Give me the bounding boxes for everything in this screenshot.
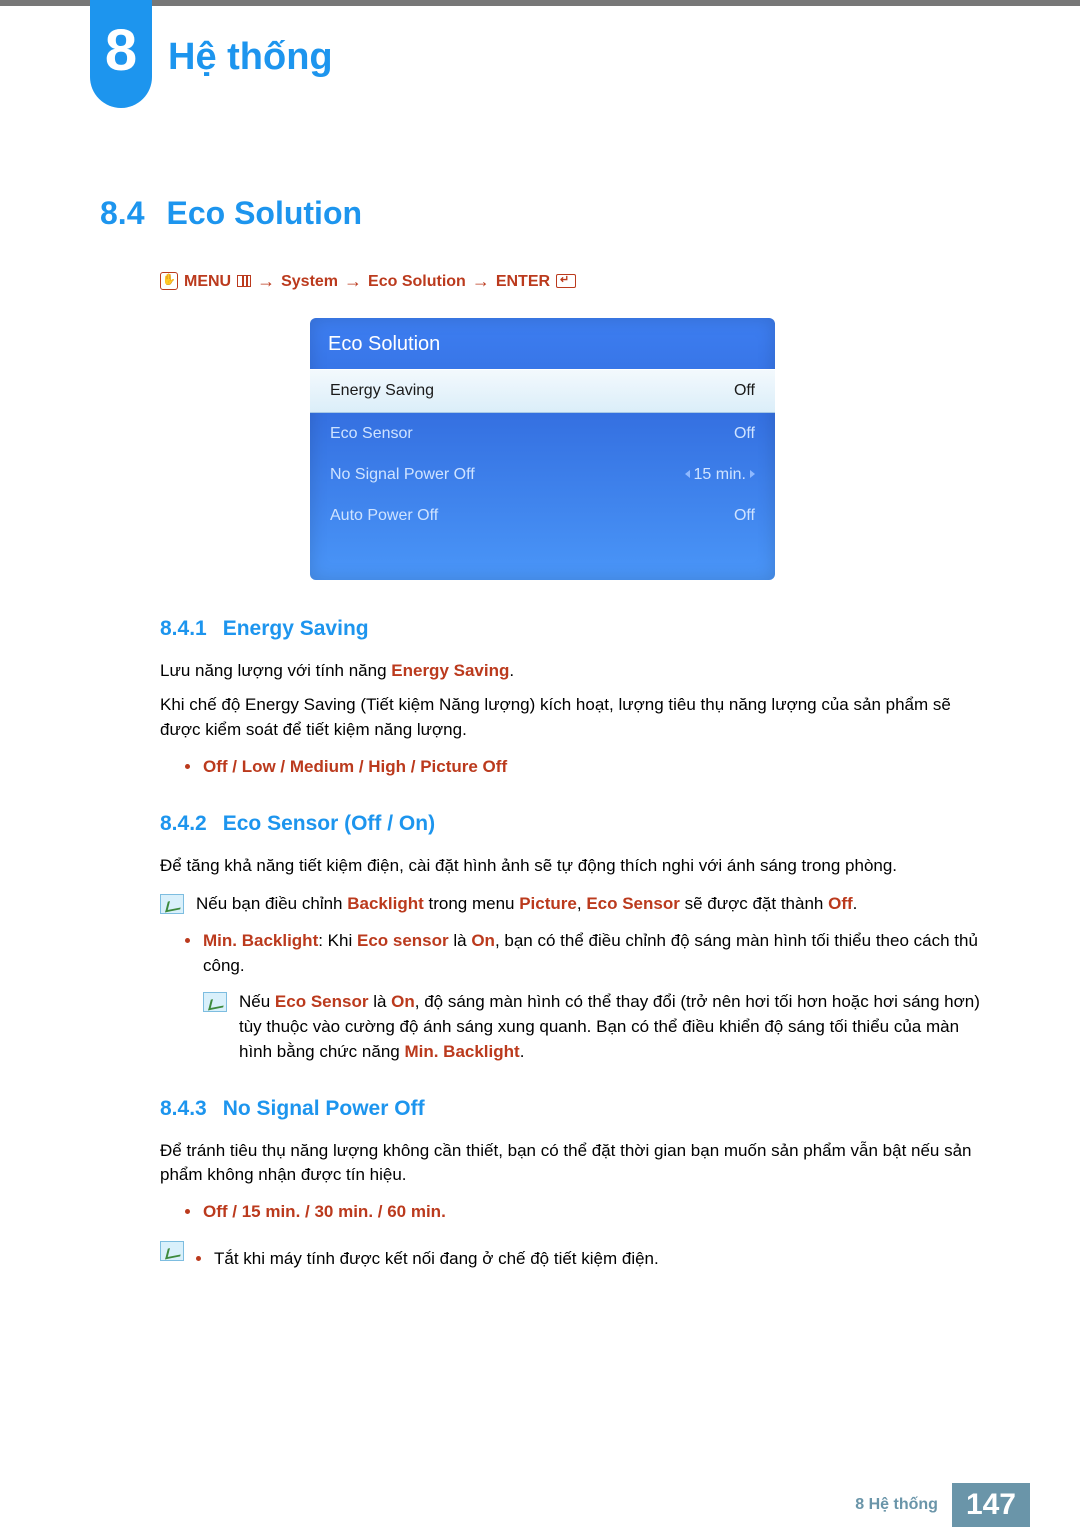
osd-row-eco-sensor[interactable]: Eco Sensor Off <box>310 413 775 454</box>
menu-path: ✋ MENU → System → Eco Solution → ENTER <box>100 268 985 294</box>
option-list: Off / Low / Medium / High / Picture Off <box>185 755 985 780</box>
menu-path-step-1: Eco Solution <box>368 270 466 293</box>
note-text: Nếu Eco Sensor là On, độ sáng màn hình c… <box>239 990 985 1064</box>
paragraph: Để tăng khả năng tiết kiệm điện, cài đặt… <box>160 854 985 879</box>
osd-row-value: 15 min. <box>685 463 755 486</box>
subsection-heading-no-signal: 8.4.3No Signal Power Off <box>160 1094 985 1124</box>
arrow-icon: → <box>257 268 275 294</box>
option-item: Min. Backlight: Khi Eco sensor là On, bạ… <box>185 929 985 1064</box>
osd-row-energy-saving[interactable]: Energy Saving Off <box>310 369 775 412</box>
osd-row-auto-power-off[interactable]: Auto Power Off Off <box>310 495 775 536</box>
menu-path-menu: MENU <box>184 270 231 293</box>
page-footer: 8 Hệ thống 147 <box>0 1483 1080 1527</box>
chapter-title: Hệ thống <box>168 30 333 85</box>
paragraph: Lưu năng lượng với tính năng Energy Savi… <box>160 659 985 684</box>
osd-row-value: Off <box>734 504 755 527</box>
osd-row-label: No Signal Power Off <box>330 463 475 486</box>
note-block: Tắt khi máy tính được kết nối đang ở chế… <box>160 1239 985 1282</box>
menu-grid-icon <box>237 275 251 287</box>
chapter-number-badge: 8 <box>90 0 152 108</box>
section-number: 8.4 <box>100 195 144 231</box>
note-icon <box>160 1241 184 1261</box>
paragraph: Để tránh tiêu thụ năng lượng không cần t… <box>160 1139 985 1188</box>
option-item: Off / Low / Medium / High / Picture Off <box>185 755 985 780</box>
footer-spacer <box>1030 1483 1080 1527</box>
note-list-item: Tắt khi máy tính được kết nối đang ở chế… <box>196 1247 985 1272</box>
section-heading: 8.4 Eco Solution <box>100 190 985 236</box>
note-text: Nếu bạn điều chỉnh Backlight trong menu … <box>196 892 985 917</box>
section-title-text: Eco Solution <box>166 195 362 231</box>
note-icon <box>203 992 227 1012</box>
footer-chapter-label: 8 Hệ thống <box>841 1483 952 1527</box>
osd-title: Eco Solution <box>310 318 775 369</box>
page-content: 8.4 Eco Solution ✋ MENU → System → Eco So… <box>0 105 1080 1281</box>
option-item: Off / 15 min. / 30 min. / 60 min. <box>185 1200 985 1225</box>
subsection-heading-eco-sensor: 8.4.2Eco Sensor (Off / On) <box>160 809 985 839</box>
osd-row-no-signal[interactable]: No Signal Power Off 15 min. <box>310 454 775 495</box>
note-block: Nếu bạn điều chỉnh Backlight trong menu … <box>160 892 985 917</box>
footer-page-number: 147 <box>952 1483 1030 1527</box>
subsection-heading-energy-saving: 8.4.1Energy Saving <box>160 614 985 644</box>
osd-panel: Eco Solution Energy Saving Off Eco Senso… <box>310 318 775 580</box>
menu-path-enter: ENTER <box>496 270 550 293</box>
menu-path-step-0: System <box>281 270 338 293</box>
paragraph: Khi chế độ Energy Saving (Tiết kiệm Năng… <box>160 693 985 742</box>
option-list: Off / 15 min. / 30 min. / 60 min. <box>185 1200 985 1225</box>
osd-row-label: Eco Sensor <box>330 422 413 445</box>
osd-row-value: Off <box>734 379 755 402</box>
osd-row-label: Auto Power Off <box>330 504 438 527</box>
arrow-icon: → <box>344 268 362 294</box>
triangle-left-icon <box>685 470 690 478</box>
option-list: Min. Backlight: Khi Eco sensor là On, bạ… <box>185 929 985 1064</box>
remote-icon: ✋ <box>160 272 178 290</box>
arrow-icon: → <box>472 268 490 294</box>
note-text: Tắt khi máy tính được kết nối đang ở chế… <box>196 1239 985 1282</box>
note-block: Nếu Eco Sensor là On, độ sáng màn hình c… <box>203 990 985 1064</box>
triangle-right-icon <box>750 470 755 478</box>
note-icon <box>160 894 184 914</box>
enter-icon <box>556 274 576 288</box>
osd-row-value: Off <box>734 422 755 445</box>
page-header: 8 Hệ thống <box>0 0 1080 105</box>
osd-row-label: Energy Saving <box>330 379 434 402</box>
